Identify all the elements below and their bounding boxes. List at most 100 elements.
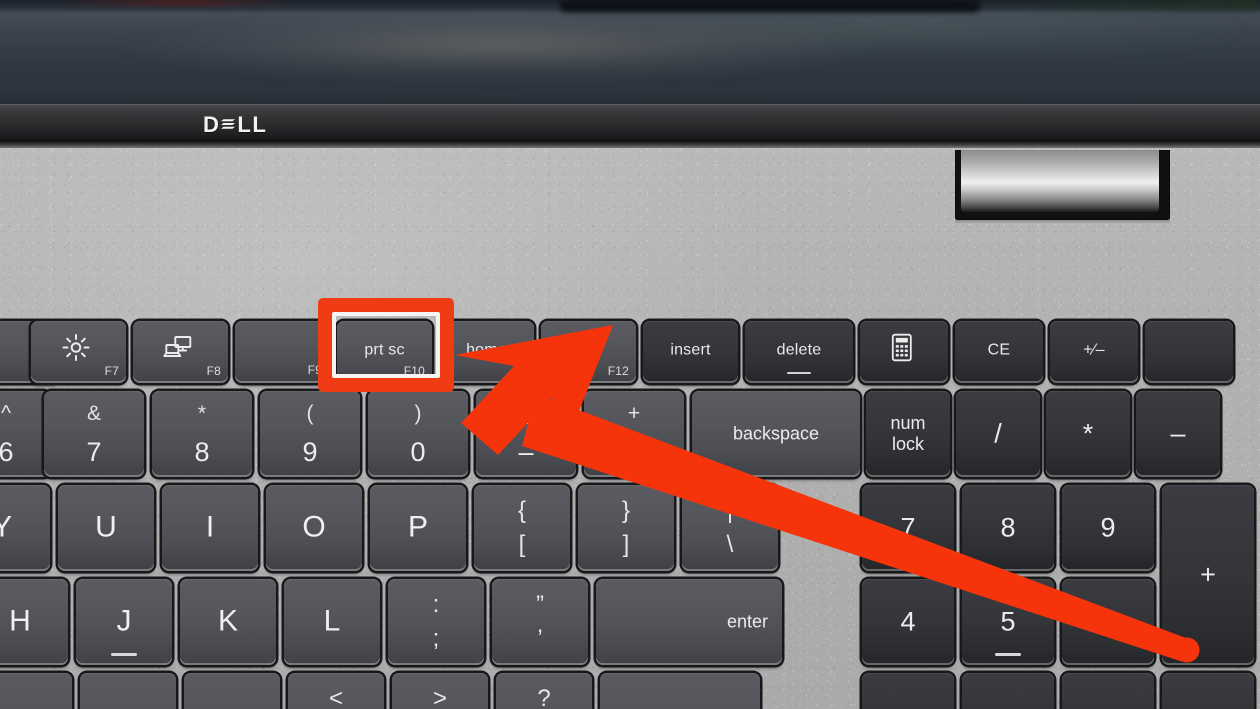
key-enter[interactable]: enter — [596, 579, 782, 665]
key-face: / — [956, 391, 1040, 477]
key-face: J — [76, 579, 172, 665]
key-N[interactable] — [0, 673, 72, 709]
key-num6[interactable]: 6 — [1062, 579, 1154, 665]
key-6[interactable]: ^ 6 — [0, 391, 50, 477]
key-numminus[interactable]: – — [1136, 391, 1220, 477]
key-face — [80, 673, 176, 709]
key-label: ’ — [537, 625, 543, 652]
key-label: ; — [432, 625, 440, 652]
key-face: Y — [0, 485, 50, 571]
key-shift-label: + — [627, 402, 641, 425]
key-J[interactable]: J — [76, 579, 172, 665]
key-label: backspace — [732, 423, 820, 444]
key-rbracket[interactable]: }] — [578, 485, 674, 571]
key-9[interactable]: (9 — [260, 391, 360, 477]
key-label: 5 — [1000, 606, 1016, 637]
key-face: F8 — [133, 321, 228, 383]
key-insert[interactable]: insert — [643, 321, 738, 383]
key-face: insert — [643, 321, 738, 383]
key-numplus[interactable]: + — [1162, 485, 1254, 665]
key-f8[interactable]: F8 — [133, 321, 228, 383]
key-I[interactable]: I — [162, 485, 258, 571]
key-num4[interactable]: 4 — [862, 579, 954, 665]
key-b-extra[interactable] — [600, 673, 760, 709]
key-numlock[interactable]: num lock — [866, 391, 950, 477]
key-num1[interactable] — [862, 673, 954, 709]
key-face — [184, 673, 280, 709]
key-plusminus[interactable]: +⁄– — [1050, 321, 1138, 383]
key-H[interactable]: H — [0, 579, 68, 665]
key-quote[interactable]: ”’ — [492, 579, 588, 665]
key-L[interactable]: L — [284, 579, 380, 665]
key-8[interactable]: * 8 — [152, 391, 252, 477]
key-0[interactable]: ) 0 — [368, 391, 468, 477]
key-face: delete — [745, 321, 853, 383]
key-label: – — [1170, 418, 1186, 449]
key-num5[interactable]: 5 — [962, 579, 1054, 665]
key-num3[interactable] — [1062, 673, 1154, 709]
key-comma[interactable] — [184, 673, 280, 709]
key-face: < — [288, 673, 384, 709]
key-f7[interactable]: F7 — [31, 321, 126, 383]
key-face: (9 — [260, 391, 360, 477]
key-face — [962, 673, 1054, 709]
key-face: O — [266, 485, 362, 571]
key-label: 7 — [900, 512, 916, 543]
key-O[interactable]: O — [266, 485, 362, 571]
key-label: CE — [987, 341, 1011, 359]
brightness-icon — [61, 332, 91, 367]
key-backslash[interactable]: | \ — [682, 485, 778, 571]
key-U[interactable]: U — [58, 485, 154, 571]
key-end[interactable]: end F12 — [541, 321, 636, 383]
key-f9[interactable]: F9 — [235, 321, 330, 383]
key-face: ”’ — [492, 579, 588, 665]
key-ce[interactable]: CE — [955, 321, 1043, 383]
key-face: }] — [578, 485, 674, 571]
wallpaper-dark-object — [560, 0, 980, 12]
key-num2[interactable] — [962, 673, 1054, 709]
key-backspace[interactable]: backspace — [692, 391, 860, 477]
key-homing-bar — [995, 653, 1021, 656]
key-semicolon[interactable]: :; — [388, 579, 484, 665]
print-screen-highlight-box — [318, 298, 454, 392]
key-minus[interactable]: _ – — [476, 391, 576, 477]
key-label: 9 — [302, 437, 318, 467]
key-face: P — [370, 485, 466, 571]
key-label: H — [9, 604, 31, 638]
hinge-chrome-inner — [961, 150, 1159, 212]
key-delete[interactable]: delete — [745, 321, 853, 383]
key-7[interactable]: & 7 — [44, 391, 144, 477]
key-face: backspace — [692, 391, 860, 477]
calculator-icon-svg — [891, 333, 912, 361]
key-num8[interactable]: 8 — [962, 485, 1054, 571]
key-num7[interactable]: 7 — [862, 485, 954, 571]
key-face — [0, 673, 72, 709]
key-label: 6 — [1100, 606, 1116, 637]
key-numenter[interactable] — [1162, 673, 1254, 709]
key-K[interactable]: K — [180, 579, 276, 665]
key-slash[interactable]: > — [392, 673, 488, 709]
key-label: 0 — [410, 437, 426, 467]
key-calc[interactable] — [860, 321, 948, 383]
key-num9[interactable]: 9 — [1062, 485, 1154, 571]
key-equals[interactable]: + = — [584, 391, 684, 477]
key-lbracket[interactable]: {[ — [474, 485, 570, 571]
key-blank1[interactable] — [1145, 321, 1233, 383]
key-P[interactable]: P — [370, 485, 466, 571]
laptop-bezel: D LL — [0, 104, 1260, 140]
key-label: U — [95, 510, 117, 544]
key-numstar[interactable]: * — [1046, 391, 1130, 477]
key-rshift[interactable]: ? — [496, 673, 592, 709]
dell-logo: D LL — [203, 114, 267, 136]
key-face: _ – — [476, 391, 576, 477]
key-Y[interactable]: Y — [0, 485, 50, 571]
key-shift-label: ) — [414, 402, 422, 425]
key-face: end F12 — [541, 321, 636, 383]
key-M[interactable] — [80, 673, 176, 709]
key-numslash[interactable]: / — [956, 391, 1040, 477]
key-period[interactable]: < — [288, 673, 384, 709]
screenshot-stage: DLL F6 F7 F — [0, 0, 1260, 709]
key-face — [600, 673, 760, 709]
key-face: ) 0 — [368, 391, 468, 477]
key-label: \ — [726, 531, 734, 558]
